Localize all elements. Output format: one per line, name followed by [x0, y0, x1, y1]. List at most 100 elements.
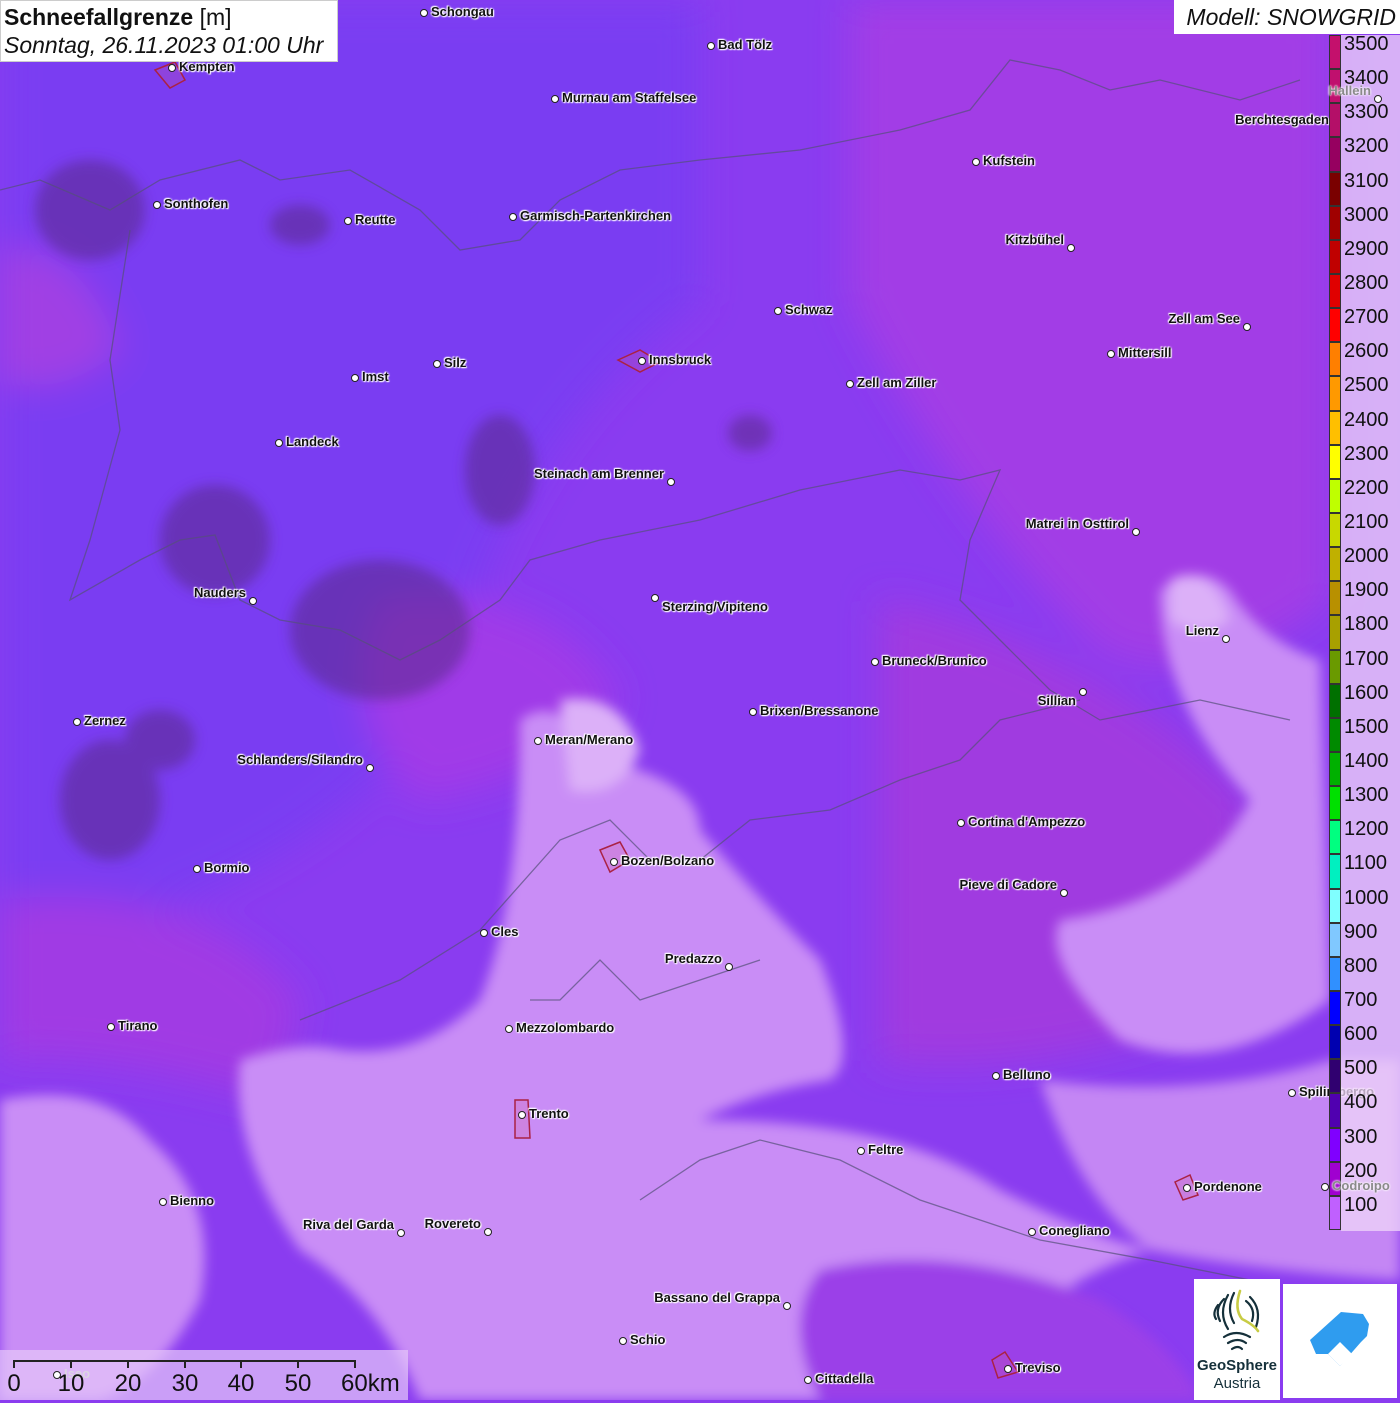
city-label: Schlanders/Silandro — [237, 752, 363, 767]
legend-label: 1300 — [1344, 784, 1389, 807]
legend-row: 400 — [1329, 1091, 1400, 1128]
city-label: Rovereto — [424, 1216, 481, 1231]
legend-swatch — [1329, 103, 1341, 138]
legend-row: 1900 — [1329, 579, 1400, 616]
city-dot-icon — [804, 1376, 812, 1384]
legend-label: 1200 — [1344, 818, 1389, 841]
city-label: Nauders — [193, 585, 246, 600]
city-label: Bozen/Bolzano — [621, 853, 715, 868]
city-label: Schongau — [431, 4, 494, 19]
legend-swatch — [1329, 1025, 1341, 1060]
legend-row: 1100 — [1329, 852, 1400, 889]
city-dot-icon — [480, 929, 488, 937]
legend-swatch — [1329, 376, 1341, 411]
city-dot-icon — [1004, 1365, 1012, 1373]
geosphere-logo-line2: Austria — [1213, 1375, 1261, 1392]
legend-swatch — [1329, 922, 1341, 957]
geosphere-contour-icon — [1213, 1289, 1260, 1351]
geosphere-austria-logo[interactable]: GeoSphere Austria — [1194, 1279, 1280, 1400]
legend-label: 3100 — [1344, 169, 1389, 192]
city-label: Kempten — [179, 59, 235, 74]
scale-label: 40 — [227, 1370, 255, 1397]
city-dot-icon — [957, 819, 965, 827]
city-label: Zell am Ziller — [857, 375, 937, 390]
legend-row: 1500 — [1329, 715, 1400, 752]
city-dot-icon — [249, 597, 257, 605]
legend-label: 1400 — [1344, 749, 1389, 772]
scale-tick — [184, 1360, 186, 1368]
legend-row: 2300 — [1329, 443, 1400, 479]
city-label: Cittadella — [815, 1371, 874, 1386]
legend-row: 1600 — [1329, 682, 1400, 718]
legend-swatch — [1329, 888, 1341, 923]
legend-row: 2200 — [1329, 477, 1400, 513]
city-label: Meran/Merano — [545, 732, 634, 747]
city-dot-icon — [846, 380, 854, 388]
city-dot-icon — [610, 858, 618, 866]
city-dot-icon — [749, 708, 757, 716]
legend-row: 900 — [1329, 921, 1400, 957]
city-label: Bruneck/Brunico — [882, 653, 987, 668]
legend-row: 3500 — [1329, 33, 1400, 70]
legend-row: 700 — [1329, 989, 1400, 1026]
scale-label: 60km — [341, 1370, 400, 1397]
scale-label: 30 — [171, 1370, 199, 1397]
city-dot-icon — [433, 360, 441, 368]
city-label: Matrei in Osttirol — [1025, 516, 1129, 531]
city-label: Bormio — [204, 860, 250, 875]
city-label: Silz — [444, 355, 467, 370]
city-dot-icon — [534, 737, 542, 745]
city-label: Pieve di Cadore — [959, 877, 1057, 892]
city-dot-icon — [774, 307, 782, 315]
city-dot-icon — [159, 1198, 167, 1206]
city-label: Bassano del Grappa — [654, 1290, 780, 1305]
legend-label: 2900 — [1344, 237, 1389, 260]
city-dot-icon — [619, 1337, 627, 1345]
city-dot-icon — [344, 217, 352, 225]
legend-row: 2500 — [1329, 374, 1400, 411]
legend-row: 1400 — [1329, 749, 1400, 787]
legend-swatch — [1329, 1059, 1341, 1094]
scale-label: 10 — [57, 1370, 85, 1397]
city-label: Mezzolombardo — [516, 1020, 615, 1035]
legend-label: 1500 — [1344, 715, 1389, 738]
city-label: Brixen/Bressanone — [760, 703, 879, 718]
legend-swatch — [1329, 342, 1341, 377]
model-label: Modell: SNOWGRID — [1174, 0, 1400, 34]
legend-swatch — [1329, 649, 1341, 684]
legend-row: 2100 — [1329, 511, 1400, 548]
legend-swatch — [1329, 1093, 1341, 1128]
city-dot-icon — [420, 9, 428, 17]
city-dot-icon — [651, 594, 659, 602]
legend-swatch — [1329, 35, 1341, 70]
city-label: Lienz — [1185, 623, 1219, 638]
city-label: Kitzbühel — [1005, 232, 1065, 247]
legend-label: 1000 — [1344, 886, 1389, 909]
legend-row: 2400 — [1329, 409, 1400, 445]
city-dot-icon — [275, 439, 283, 447]
legend-swatch — [1329, 171, 1341, 206]
city-label: Sonthofen — [164, 196, 229, 211]
legend-swatch — [1329, 751, 1341, 787]
city-dot-icon — [107, 1023, 115, 1031]
legend-swatch — [1329, 990, 1341, 1026]
legend-swatch — [1329, 308, 1341, 343]
legend-label: 100 — [1344, 1193, 1378, 1216]
scale-tick — [13, 1360, 15, 1368]
legend-swatch — [1329, 512, 1341, 548]
city-label: Bienno — [170, 1193, 215, 1208]
legend-row: 3300 — [1329, 101, 1400, 138]
legend-label: 400 — [1344, 1091, 1378, 1114]
snow-roof-icon — [1310, 1312, 1369, 1366]
legend-label: 1800 — [1344, 613, 1389, 636]
city-label: Reutte — [355, 212, 396, 227]
city-label: Imst — [362, 369, 389, 384]
city-label: Pordenone — [1194, 1179, 1262, 1194]
city-label: Innsbruck — [649, 352, 712, 367]
city-dot-icon — [168, 64, 176, 72]
city-label: Zernez — [84, 713, 126, 728]
legend-swatch — [1329, 717, 1341, 752]
city-label: Tirano — [118, 1018, 158, 1033]
scale-tick — [354, 1360, 356, 1368]
snow-logo[interactable] — [1283, 1284, 1397, 1398]
